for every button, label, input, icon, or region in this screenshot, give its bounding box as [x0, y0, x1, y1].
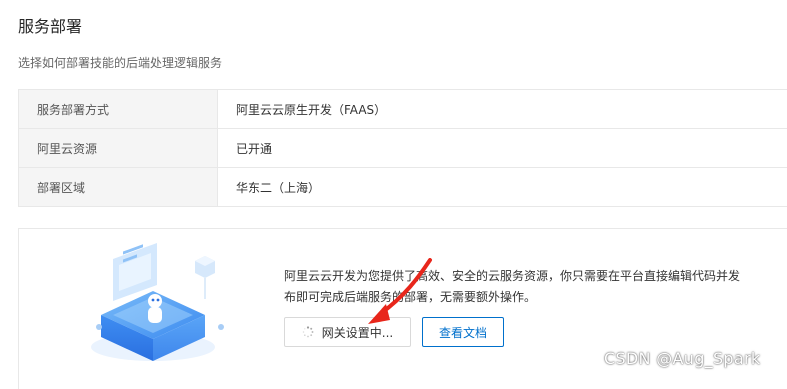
row-value: 已开通 [236, 141, 273, 156]
row-value: 华东二（上海） [236, 180, 321, 195]
page-title: 服务部署 [18, 17, 83, 36]
row-label: 阿里云资源 [19, 129, 218, 167]
row-value: 阿里云云原生开发（FAAS） [236, 102, 387, 117]
cloud-server-robot-illustration [75, 239, 225, 369]
table-row: 部署区域 华东二（上海） [19, 168, 787, 206]
table-row: 阿里云资源 已开通 [19, 129, 787, 168]
watermark-text: CSDN @Aug_Spark [604, 349, 761, 368]
row-label: 服务部署方式 [19, 90, 218, 128]
loading-spinner-icon [302, 326, 314, 338]
table-row: 服务部署方式 阿里云云原生开发（FAAS） [19, 90, 787, 129]
red-arrow-icon [350, 258, 440, 338]
view-docs-label: 查看文档 [438, 325, 487, 340]
row-label: 部署区域 [19, 168, 218, 206]
page-description: 选择如何部署技能的后端处理逻辑服务 [18, 56, 223, 70]
deployment-info-table: 服务部署方式 阿里云云原生开发（FAAS） 阿里云资源 已开通 部署区域 华东二… [18, 89, 787, 207]
